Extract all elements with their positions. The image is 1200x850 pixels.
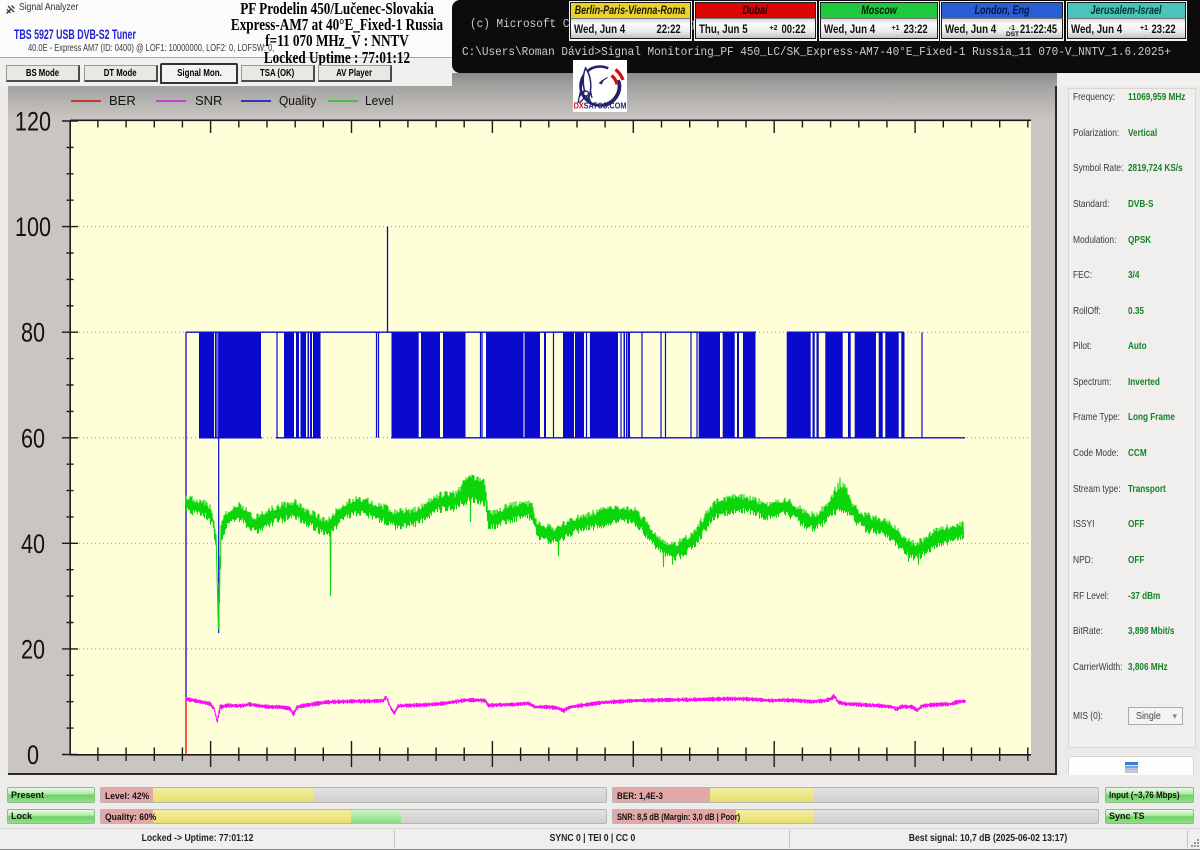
- svg-text:100: 100: [15, 213, 51, 243]
- svg-text:DXSATCS.COM: DXSATCS.COM: [574, 101, 627, 111]
- svg-text:120: 120: [15, 107, 51, 137]
- svg-text:80: 80: [21, 319, 45, 349]
- svg-text:20: 20: [21, 635, 45, 665]
- svg-text:0: 0: [27, 741, 39, 771]
- svg-text:40: 40: [21, 530, 45, 560]
- svg-text:60: 60: [21, 424, 45, 454]
